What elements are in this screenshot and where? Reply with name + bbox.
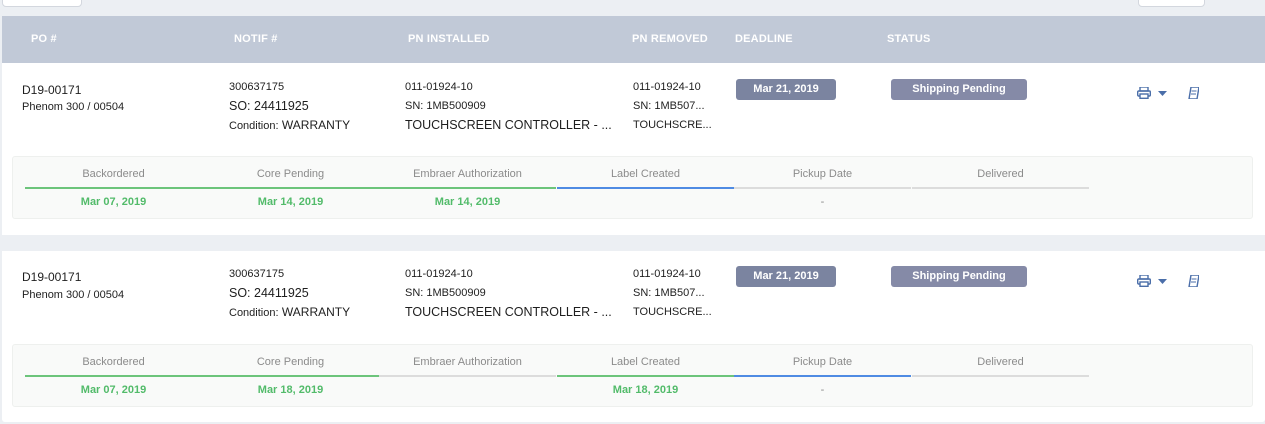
step-line-pickup-date [734,375,911,377]
header-status: STATUS [887,33,931,45]
pn-removed: 011-01924-10 [633,81,701,93]
sn-removed: SN: 1MB507... [633,100,705,112]
aircraft: Phenom 300 / 00504 [22,101,125,113]
step-line-backordered [25,187,202,189]
status-tracker: Backordered Core Pending Embraer Authori… [12,156,1253,219]
step-label-core-pending: Core Pending [256,168,325,180]
condition-label: Condition: [229,307,279,319]
step-date-embraer-authorization: Mar 14, 2019 [434,196,501,208]
chevron-down-icon[interactable] [1158,279,1167,284]
sn-installed: SN: 1MB500909 [405,100,486,112]
step-label-backordered: Backordered [82,168,145,180]
step-line-label-created [557,375,734,377]
step-line-delivered [912,375,1089,377]
deadline-badge: Mar 21, 2019 [736,266,836,287]
step-date-label-created: Mar 18, 2019 [612,384,679,396]
condition: Condition: WARRANTY [229,118,350,132]
header-po: PO # [31,33,57,45]
table-row[interactable]: D19-00171 Phenom 300 / 00504 300637175 S… [2,251,1265,422]
step-label-pickup-date: Pickup Date [792,168,853,180]
step-date-backordered: Mar 07, 2019 [80,384,147,396]
notif-number: 300637175 [229,268,285,280]
step-label-embraer-authorization: Embraer Authorization [413,168,522,180]
desc-installed: TOUCHSCREEN CONTROLLER - ... [405,305,612,319]
step-line-backordered [25,375,202,377]
table-header: PO # NOTIF # PN INSTALLED PN REMOVED DEA… [2,16,1265,63]
step-line-embraer-authorization [379,375,556,377]
notif-number: 300637175 [229,81,285,93]
step-label-backordered: Backordered [82,356,145,368]
printer-icon[interactable] [1137,275,1151,287]
desc-installed: TOUCHSCREEN CONTROLLER - ... [405,118,612,132]
step-date-backordered: Mar 07, 2019 [80,196,147,208]
step-label-embraer-authorization: Embraer Authorization [413,356,522,368]
chevron-down-icon[interactable] [1158,91,1167,96]
step-label-delivered: Delivered [977,356,1024,368]
top-right-button[interactable] [1138,0,1205,7]
step-label-delivered: Delivered [977,168,1024,180]
step-date-core-pending: Mar 18, 2019 [257,384,324,396]
aircraft: Phenom 300 / 00504 [22,289,125,301]
printer-icon[interactable] [1137,87,1151,99]
book-icon[interactable] [1188,275,1199,287]
step-date-pickup-date: - [820,196,825,208]
top-left-button[interactable] [2,0,82,7]
table-row[interactable]: D19-00171 Phenom 300 / 00504 300637175 S… [2,63,1265,235]
pn-removed: 011-01924-10 [633,268,701,280]
status-badge: Shipping Pending [891,79,1027,100]
desc-removed: TOUCHSCRE... [633,119,712,131]
step-line-embraer-authorization [379,187,556,189]
header-deadline: DEADLINE [735,33,793,45]
condition: Condition: WARRANTY [229,305,350,319]
pn-installed: 011-01924-10 [405,81,473,93]
step-line-delivered [912,187,1089,189]
deadline-badge: Mar 21, 2019 [736,79,836,100]
po-number[interactable]: D19-00171 [22,270,81,284]
header-pn-installed: PN INSTALLED [408,33,490,45]
sn-removed: SN: 1MB507... [633,287,705,299]
po-number[interactable]: D19-00171 [22,83,81,97]
sn-installed: SN: 1MB500909 [405,287,486,299]
so-number: SO: 24411925 [229,99,309,113]
condition-value: WARRANTY [281,118,351,132]
header-notif: NOTIF # [234,33,278,45]
step-date-pickup-date: - [820,384,825,396]
header-pn-removed: PN REMOVED [632,33,708,45]
step-date-core-pending: Mar 14, 2019 [257,196,324,208]
desc-removed: TOUCHSCRE... [633,306,712,318]
step-label-pickup-date: Pickup Date [792,356,853,368]
status-tracker: Backordered Core Pending Embraer Authori… [12,344,1253,407]
step-line-pickup-date [734,187,911,189]
step-line-core-pending [202,375,379,377]
step-label-core-pending: Core Pending [256,356,325,368]
step-line-core-pending [202,187,379,189]
so-number: SO: 24411925 [229,286,309,300]
condition-value: WARRANTY [281,305,351,319]
step-line-label-created [557,187,734,189]
book-icon[interactable] [1188,87,1199,99]
step-label-label-created: Label Created [610,356,681,368]
pn-installed: 011-01924-10 [405,268,473,280]
condition-label: Condition: [229,120,279,132]
status-badge: Shipping Pending [891,266,1027,287]
step-label-label-created: Label Created [610,168,681,180]
